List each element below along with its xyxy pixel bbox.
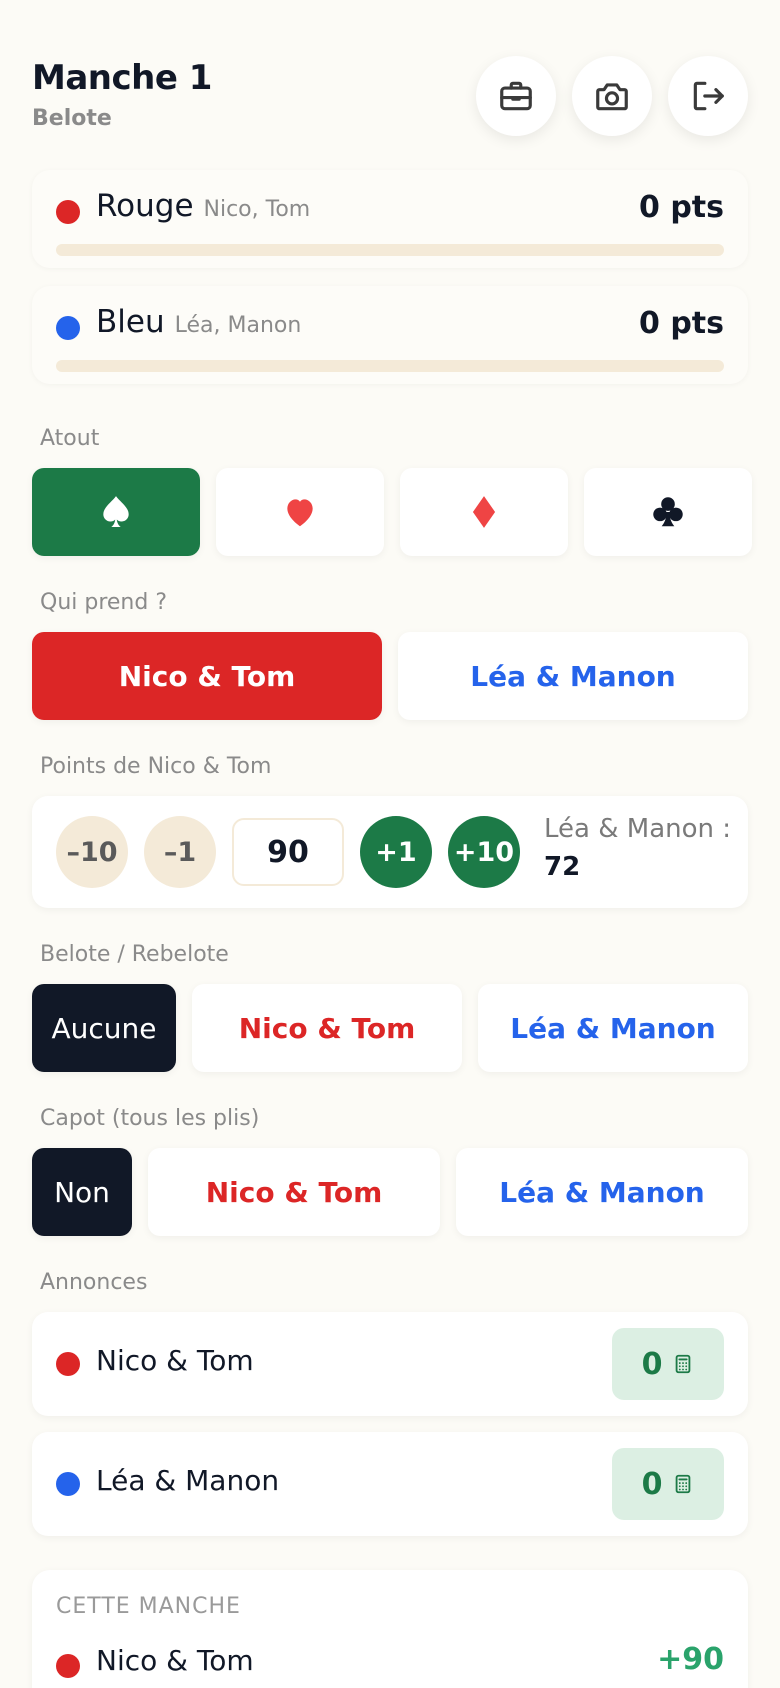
annonce-team-name: Nico & Tom	[96, 1344, 254, 1377]
header: Manche 1 Belote	[32, 56, 748, 146]
other-team-points: 72	[544, 852, 581, 882]
belote-team-red-button[interactable]: Nico & Tom	[192, 984, 462, 1072]
annonces-label: Annonces	[40, 1270, 148, 1295]
suit-heart-button[interactable]	[216, 468, 384, 556]
team-color-dot	[56, 1472, 80, 1496]
diamond-icon	[472, 496, 496, 528]
annonce-value: 0	[641, 1346, 663, 1382]
team-progress-bar	[56, 360, 724, 372]
heart-icon	[287, 499, 313, 527]
team-card-blue: Bleu Léa, Manon 0 pts	[32, 286, 748, 384]
team-points: 0 pts	[639, 190, 724, 225]
team-name-row: Bleu Léa, Manon	[96, 304, 301, 340]
exit-button[interactable]	[668, 56, 748, 136]
annonce-row-blue: Léa & Manon 0	[32, 1432, 748, 1536]
team-color-dot	[56, 1352, 80, 1376]
team-points: 0 pts	[639, 306, 724, 341]
calculator-icon	[676, 1354, 691, 1374]
minus-10-button[interactable]: –10	[56, 816, 128, 888]
team-name: Rouge	[96, 188, 194, 224]
page-title: Manche 1	[32, 58, 212, 98]
taker-team-red-button[interactable]: Nico & Tom	[32, 632, 382, 720]
summary-title: CETTE MANCHE	[56, 1594, 241, 1619]
team-color-dot	[56, 316, 80, 340]
belote-label: Belote / Rebelote	[40, 942, 229, 967]
team-players: Léa, Manon	[174, 313, 302, 338]
tools-button[interactable]	[476, 56, 556, 136]
capot-team-red-button[interactable]: Nico & Tom	[148, 1148, 440, 1236]
plus-10-button[interactable]: +10	[448, 816, 520, 888]
briefcase-icon	[500, 81, 532, 111]
annonce-value: 0	[641, 1466, 663, 1502]
other-team-label: Léa & Manon :	[544, 814, 732, 844]
camera-button[interactable]	[572, 56, 652, 136]
belote-team-blue-button[interactable]: Léa & Manon	[478, 984, 748, 1072]
annonce-row-red: Nico & Tom 0	[32, 1312, 748, 1416]
club-icon	[653, 497, 683, 527]
spade-icon	[103, 496, 129, 528]
team-name-row: Rouge Nico, Tom	[96, 188, 310, 224]
camera-icon	[596, 83, 628, 111]
team-card-red: Rouge Nico, Tom 0 pts	[32, 170, 748, 268]
annonce-value-button[interactable]: 0	[612, 1448, 724, 1520]
capot-label: Capot (tous les plis)	[40, 1106, 260, 1131]
plus-1-button[interactable]: +1	[360, 816, 432, 888]
annonce-team-name: Léa & Manon	[96, 1464, 280, 1497]
team-progress-bar	[56, 244, 724, 256]
annonce-value-button[interactable]: 0	[612, 1328, 724, 1400]
belote-none-button[interactable]: Aucune	[32, 984, 176, 1072]
summary-team-score: +90	[657, 1642, 724, 1677]
capot-team-blue-button[interactable]: Léa & Manon	[456, 1148, 748, 1236]
taker-team-blue-button[interactable]: Léa & Manon	[398, 632, 748, 720]
points-stepper: –10 –1 +1 +10 Léa & Manon : 72	[32, 796, 748, 908]
capot-no-button[interactable]: Non	[32, 1148, 132, 1236]
points-label: Points de Nico & Tom	[40, 754, 272, 779]
summary-team-name: Nico & Tom	[96, 1644, 254, 1677]
team-color-dot	[56, 200, 80, 224]
team-players: Nico, Tom	[203, 197, 311, 222]
atout-label: Atout	[40, 426, 100, 451]
round-summary: CETTE MANCHE Nico & Tom +90	[32, 1570, 748, 1688]
suit-club-button[interactable]	[584, 468, 752, 556]
team-name: Bleu	[96, 304, 165, 340]
logout-icon	[693, 81, 724, 111]
suit-spade-button[interactable]	[32, 468, 200, 556]
points-input[interactable]	[232, 818, 344, 886]
taker-label: Qui prend ?	[40, 590, 168, 615]
calculator-icon	[676, 1474, 691, 1494]
game-subtitle: Belote	[32, 106, 112, 131]
minus-1-button[interactable]: –1	[144, 816, 216, 888]
team-color-dot	[56, 1654, 80, 1678]
suit-diamond-button[interactable]	[400, 468, 568, 556]
